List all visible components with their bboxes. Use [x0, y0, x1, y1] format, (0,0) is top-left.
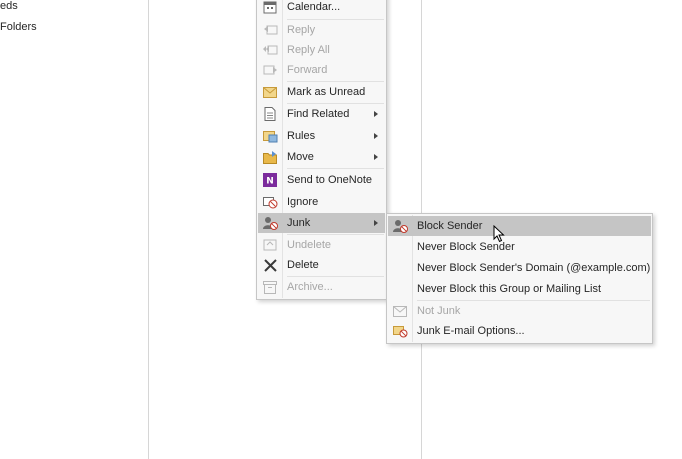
not-junk-icon [392, 303, 408, 319]
menu-item-label: Reply [287, 24, 316, 36]
menu-item-send-onenote[interactable]: N Send to OneNote [258, 170, 385, 190]
menu-item-label: Undelete [287, 239, 332, 251]
reply-icon [262, 22, 278, 38]
menu-item-archive[interactable]: Archive... [258, 277, 385, 297]
junk-options-icon [392, 323, 408, 339]
menu-item-forward[interactable]: Forward [258, 60, 385, 80]
calendar-icon [262, 0, 278, 15]
menu-item-never-block-sender[interactable]: Never Block Sender [388, 237, 651, 257]
envelope-icon [262, 84, 278, 100]
menu-item-not-junk[interactable]: Not Junk [388, 301, 651, 321]
reply-all-icon [262, 42, 278, 58]
menu-item-label: Not Junk [417, 305, 461, 317]
onenote-icon: N [262, 172, 278, 188]
submenu-arrow-icon [374, 220, 378, 226]
delete-icon [262, 257, 278, 273]
menu-item-reply[interactable]: Reply [258, 20, 385, 40]
menu-item-label: Delete [287, 259, 319, 271]
menu-item-label: Block Sender [417, 220, 483, 232]
submenu-arrow-icon [374, 111, 378, 117]
menu-item-label: Calendar... [287, 1, 341, 13]
menu-item-label: Reply All [287, 44, 330, 56]
block-sender-icon [392, 218, 408, 234]
menu-item-find-related[interactable]: Find Related [258, 104, 385, 124]
menu-item-never-block-domain[interactable]: Never Block Sender's Domain (@example.co… [388, 258, 651, 278]
junk-icon [262, 215, 278, 231]
rules-icon [262, 128, 278, 144]
folder-icon [262, 149, 278, 165]
folder-pane: eds Folders [0, 0, 148, 459]
menu-item-label: Junk E-mail Options... [417, 325, 525, 337]
archive-icon [262, 279, 278, 295]
document-icon [262, 106, 278, 122]
menu-item-junk[interactable]: Junk [258, 213, 385, 233]
forward-icon [262, 62, 278, 78]
menu-item-label: Ignore [287, 196, 319, 208]
blank-icon [392, 281, 408, 297]
menu-item-label: Never Block Sender's Domain (@example.co… [417, 262, 651, 274]
menu-item-label: Archive... [287, 281, 333, 293]
menu-item-mark-unread[interactable]: Mark as Unread [258, 82, 385, 102]
menu-item-label: Never Block this Group or Mailing List [417, 283, 602, 295]
nav-item-feeds[interactable]: eds [0, 0, 18, 12]
svg-text:N: N [266, 177, 274, 187]
mouse-cursor-icon [493, 224, 505, 246]
menu-item-label: Rules [287, 130, 316, 142]
undelete-icon [262, 237, 278, 253]
menu-item-ignore[interactable]: Ignore [258, 192, 385, 212]
junk-submenu: Block Sender Never Block Sender Never Bl… [386, 213, 653, 344]
context-menu: Calendar... Reply Reply All Forward Mark… [256, 0, 387, 300]
nav-item-folders[interactable]: Folders [0, 21, 37, 33]
menu-item-never-block-group[interactable]: Never Block this Group or Mailing List [388, 279, 651, 299]
menu-item-rules[interactable]: Rules [258, 126, 385, 146]
menu-item-undelete[interactable]: Undelete [258, 235, 385, 255]
menu-item-label: Forward [287, 64, 328, 76]
menu-item-label: Move [287, 151, 314, 163]
menu-item-label: Mark as Unread [287, 86, 366, 98]
blank-icon [392, 239, 408, 255]
menu-item-junk-options[interactable]: Junk E-mail Options... [388, 321, 651, 341]
menu-item-label: Send to OneNote [287, 174, 373, 186]
menu-item-delete[interactable]: Delete [258, 255, 385, 275]
menu-item-block-sender[interactable]: Block Sender [388, 216, 651, 236]
blank-icon [392, 260, 408, 276]
submenu-arrow-icon [374, 133, 378, 139]
menu-item-calendar[interactable]: Calendar... [258, 0, 385, 17]
menu-item-label: Find Related [287, 108, 350, 120]
menu-separator [287, 168, 384, 169]
pane-divider-left [148, 0, 149, 459]
menu-item-label: Junk [287, 217, 311, 229]
submenu-arrow-icon [374, 154, 378, 160]
ignore-icon [262, 194, 278, 210]
menu-item-reply-all[interactable]: Reply All [258, 40, 385, 60]
menu-item-move[interactable]: Move [258, 147, 385, 167]
